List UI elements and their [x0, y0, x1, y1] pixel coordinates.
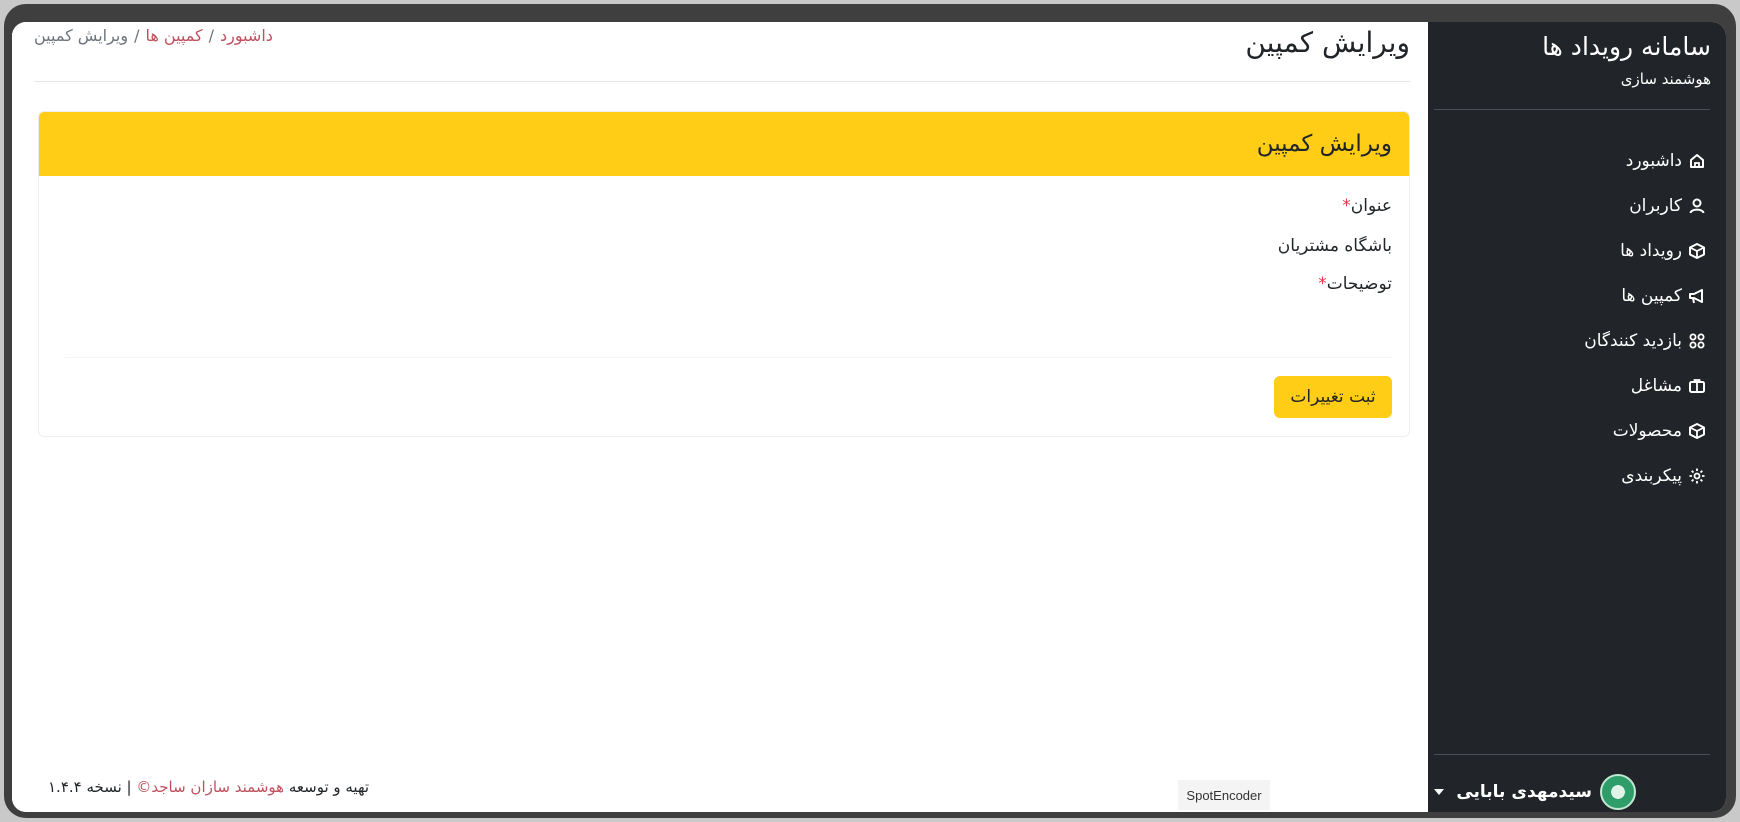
app-screen: ویرایش کمپین داشبورد / کمپین ها / ویرایش…	[12, 22, 1726, 812]
breadcrumb-campaigns-link[interactable]: کمپین ها	[145, 26, 202, 45]
sidebar: سامانه رویداد ها هوشمند سازی داشبورد کار…	[1428, 22, 1726, 812]
briefcase-icon	[1688, 377, 1706, 395]
breadcrumb-separator: /	[134, 26, 140, 45]
description-field-label: توضیحات*	[1318, 274, 1392, 294]
required-mark: *	[1342, 196, 1351, 216]
page-title: ویرایش کمپین	[1245, 26, 1410, 59]
sidebar-item-label: داشبورد	[1625, 150, 1682, 171]
sidebar-item-visitors[interactable]: بازدید کنندگان	[1584, 318, 1706, 363]
description-label-text: توضیحات	[1326, 274, 1392, 294]
footer-version: | نسخه ۱.۴.۴	[48, 778, 132, 796]
title-input[interactable]	[992, 236, 1392, 256]
watermark: SpotEncoder	[1178, 780, 1270, 810]
people-icon	[1688, 332, 1706, 350]
sidebar-item-label: کمپین ها	[1621, 285, 1682, 306]
user-menu[interactable]: سیدمهدی بابایی	[1434, 774, 1636, 810]
breadcrumb-separator: /	[208, 26, 214, 45]
sidebar-divider	[1434, 109, 1710, 110]
device-frame: ویرایش کمپین داشبورد / کمپین ها / ویرایش…	[4, 4, 1736, 818]
sidebar-item-events[interactable]: رویداد ها	[1584, 228, 1706, 273]
sidebar-item-label: پیکربندی	[1621, 465, 1682, 486]
megaphone-icon	[1688, 287, 1706, 305]
app-subtitle: هوشمند سازی	[1620, 70, 1711, 88]
footer-prefix: تهیه و توسعه	[288, 778, 370, 796]
avatar	[1600, 774, 1636, 810]
chevron-down-icon	[1434, 789, 1445, 795]
sidebar-item-label: محصولات	[1612, 420, 1682, 441]
breadcrumb-current: ویرایش کمپین	[34, 26, 129, 45]
description-editor[interactable]	[65, 308, 1392, 356]
title-label-text: عنوان	[1350, 196, 1392, 216]
breadcrumb: داشبورد / کمپین ها / ویرایش کمپین	[34, 26, 273, 45]
sidebar-item-settings[interactable]: پیکربندی	[1584, 453, 1706, 498]
home-icon	[1688, 152, 1706, 170]
edit-campaign-card: ویرایش کمپین عنوان* توضیحات* ثبت تغییرات	[38, 111, 1410, 437]
footer: تهیه و توسعه هوشمند سازان ساجد© | نسخه ۱…	[48, 778, 369, 796]
card-header: ویرایش کمپین	[39, 112, 1409, 176]
sidebar-item-label: بازدید کنندگان	[1584, 330, 1682, 351]
sidebar-nav: داشبورد کاربران رویداد ها کمپین ها بازدی…	[1584, 138, 1706, 498]
title-field-label: عنوان*	[1342, 196, 1392, 216]
sidebar-item-jobs[interactable]: مشاغل	[1584, 363, 1706, 408]
sidebar-bottom-divider	[1434, 754, 1710, 755]
box-icon	[1688, 242, 1706, 260]
sidebar-item-products[interactable]: محصولات	[1584, 408, 1706, 453]
app-title: سامانه رویداد ها	[1542, 32, 1711, 61]
sidebar-item-label: کاربران	[1629, 195, 1682, 216]
package-icon	[1688, 422, 1706, 440]
breadcrumb-home-link[interactable]: داشبورد	[220, 26, 273, 45]
submit-changes-button[interactable]: ثبت تغییرات	[1274, 376, 1392, 418]
user-icon	[1688, 197, 1706, 215]
required-mark: *	[1318, 274, 1327, 294]
sidebar-item-dashboard[interactable]: داشبورد	[1584, 138, 1706, 183]
sidebar-item-campaigns[interactable]: کمپین ها	[1584, 273, 1706, 318]
user-name: سیدمهدی بابایی	[1456, 782, 1592, 802]
editor-divider	[65, 357, 1392, 358]
gear-icon	[1688, 467, 1706, 485]
header-divider	[34, 81, 1410, 82]
sidebar-item-label: مشاغل	[1630, 375, 1682, 396]
sidebar-item-users[interactable]: کاربران	[1584, 183, 1706, 228]
sidebar-item-label: رویداد ها	[1620, 240, 1682, 261]
footer-company-link[interactable]: هوشمند سازان ساجد©	[136, 778, 284, 796]
card-header-title: ویرایش کمپین	[1256, 131, 1392, 157]
main-content: ویرایش کمپین داشبورد / کمپین ها / ویرایش…	[12, 22, 1428, 812]
